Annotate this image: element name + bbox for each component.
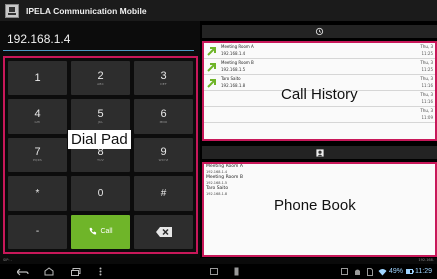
number-input[interactable]: 192.168.1.4 <box>3 29 194 51</box>
screenshot-icon <box>209 266 219 277</box>
phone-icon <box>90 228 97 235</box>
backspace-icon <box>155 226 172 237</box>
key-6[interactable]: 6 MNO <box>134 99 193 134</box>
key-hash[interactable]: # <box>134 176 193 211</box>
back-icon[interactable] <box>16 266 30 277</box>
outgoing-call-icon <box>207 79 216 88</box>
wifi-icon <box>378 266 387 277</box>
key-2[interactable]: 2 ABC <box>71 61 130 96</box>
clock: 11:29 <box>415 268 432 275</box>
menu-icon[interactable] <box>97 266 103 277</box>
sd-card-icon <box>366 266 374 277</box>
key-7[interactable]: 7 PQRS <box>8 137 67 173</box>
key-dash[interactable]: - <box>8 214 67 249</box>
image-icon <box>340 266 348 277</box>
dial-pad: 1 2 ABC 3 DEF 4 GHI 5 JKL 6 MNO 7 PQRS 8 TUV 9W… <box>3 56 198 254</box>
history-row[interactable]: Meeting Room A 192.168.1.4 Thu, 3 11:25 <box>204 43 435 59</box>
battery-icon <box>406 266 414 277</box>
list-item[interactable]: Meeting Room B 192.168.1.5 <box>204 175 435 186</box>
system-bar: 49% 11:29 <box>0 264 437 279</box>
history-row[interactable]: Meeting Room B 192.168.1.5 Thu, 3 11:25 <box>204 59 435 75</box>
call-button[interactable]: Call <box>71 214 130 249</box>
phone-book-tab[interactable] <box>202 146 437 159</box>
backspace-button[interactable] <box>134 214 193 249</box>
android-icon <box>353 266 361 277</box>
key-5[interactable]: 5 JKL <box>71 99 130 134</box>
outgoing-call-icon <box>207 47 216 56</box>
battery-percent: 49% <box>389 268 404 275</box>
dialer-panel: 192.168.1.4 1 2 ABC 3 DEF 4 GHI 5 JKL 6 MNO 7… <box>0 21 200 258</box>
key-0[interactable]: 0 <box>71 176 130 211</box>
home-icon[interactable] <box>43 266 55 277</box>
key-star[interactable]: * <box>8 176 67 211</box>
history-icon <box>315 27 324 36</box>
call-history-tab[interactable] <box>202 25 437 38</box>
phone-book-label: Phone Book <box>274 197 356 214</box>
call-history-label: Call History <box>281 86 358 103</box>
local-ip-text: 192.168. <box>418 258 434 262</box>
key-3[interactable]: 3 DEF <box>134 61 193 96</box>
dial-pad-label: Dial Pad <box>68 130 131 149</box>
notification-icon <box>232 266 240 277</box>
sip-status-text: SIP: - <box>3 258 12 262</box>
recent-apps-icon[interactable] <box>70 266 82 277</box>
right-panel: Meeting Room A 192.168.1.4 Thu, 3 11:25 … <box>202 21 437 258</box>
history-row[interactable]: Thu, 3 11:09 <box>204 107 435 123</box>
title-bar: IPELA Communication Mobile <box>0 0 437 21</box>
app-logo-icon <box>5 3 19 18</box>
contacts-icon <box>315 148 324 157</box>
key-1[interactable]: 1 <box>8 61 67 96</box>
list-item[interactable]: Meeting Room A 192.168.1.4 <box>204 164 435 175</box>
key-4[interactable]: 4 GHI <box>8 99 67 134</box>
outgoing-call-icon <box>207 63 216 72</box>
app-title: IPELA Communication Mobile <box>26 5 147 16</box>
key-9[interactable]: 9 WXYZ <box>134 137 193 173</box>
